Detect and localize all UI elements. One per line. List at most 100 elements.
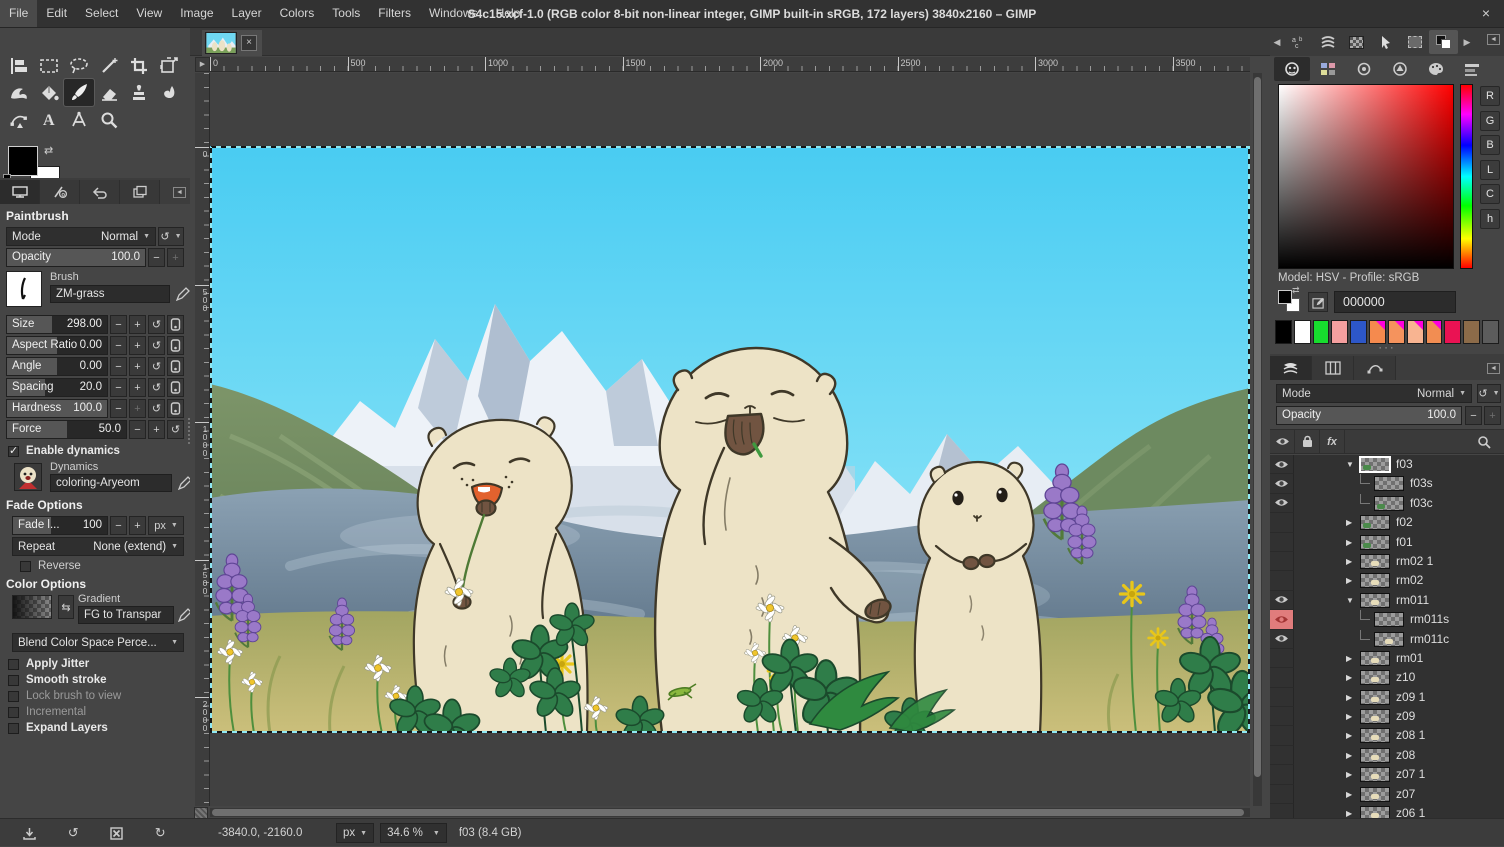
- hardness-slider[interactable]: Hardness100.0: [6, 399, 108, 418]
- layer-row-z07[interactable]: ▶z07: [1270, 785, 1504, 804]
- dynamics-thumbnail[interactable]: [14, 463, 42, 491]
- expand-layers-checkbox-row[interactable]: Expand Layers: [0, 720, 190, 736]
- increase-button[interactable]: +: [148, 420, 165, 439]
- increase-button[interactable]: +: [129, 357, 146, 376]
- decrease-button[interactable]: −: [110, 399, 127, 418]
- layer-row-rm02[interactable]: ▶rm02: [1270, 571, 1504, 590]
- increase-button[interactable]: +: [129, 315, 146, 334]
- tab-brushes[interactable]: [1313, 30, 1342, 54]
- decrease-button[interactable]: −: [110, 315, 127, 334]
- visibility-toggle[interactable]: [1270, 571, 1294, 590]
- layer-name[interactable]: z09 1: [1396, 690, 1425, 704]
- decrease-button[interactable]: −: [110, 336, 127, 355]
- layer-row-z08[interactable]: ▶z08: [1270, 746, 1504, 765]
- layer-thumbnail[interactable]: [1360, 748, 1390, 763]
- visibility-toggle[interactable]: [1270, 610, 1294, 629]
- vertical-scrollbar[interactable]: [1253, 73, 1262, 806]
- smudge-tool[interactable]: [154, 79, 184, 106]
- visibility-toggle[interactable]: [1270, 688, 1294, 707]
- reverse-checkbox[interactable]: [20, 561, 31, 572]
- clone-tool[interactable]: [124, 79, 154, 106]
- decrease-button[interactable]: −: [129, 420, 146, 439]
- paths-tool[interactable]: [4, 106, 34, 133]
- horizontal-scrollbar-thumb[interactable]: [212, 809, 1244, 816]
- expand-toggle-icon[interactable]: ▶: [1346, 654, 1352, 663]
- aspect-ratio-slider[interactable]: Aspect Ratio0.00: [6, 336, 108, 355]
- layer-thumbnail[interactable]: [1360, 806, 1390, 818]
- layer-thumbnail[interactable]: [1360, 554, 1390, 569]
- layer-thumbnail[interactable]: [1360, 651, 1390, 666]
- expand-toggle-icon[interactable]: ▶: [1346, 770, 1352, 779]
- enable-dynamics-checkbox[interactable]: [8, 446, 19, 457]
- visibility-toggle[interactable]: [1270, 455, 1294, 474]
- visibility-toggle[interactable]: [1270, 533, 1294, 552]
- tab-scales[interactable]: [1454, 57, 1490, 81]
- menu-view[interactable]: View: [127, 0, 171, 27]
- layer-name[interactable]: f03s: [1410, 476, 1433, 490]
- crop-tool[interactable]: [124, 52, 154, 79]
- decrease-button[interactable]: −: [110, 357, 127, 376]
- visibility-toggle[interactable]: [1270, 513, 1294, 532]
- layer-thumbnail[interactable]: [1360, 515, 1390, 530]
- layer-name[interactable]: rm011c: [1410, 632, 1449, 646]
- close-image-icon[interactable]: ×: [241, 35, 257, 51]
- fade-increase-button[interactable]: +: [129, 516, 146, 535]
- visibility-toggle[interactable]: [1270, 552, 1294, 571]
- unit-select[interactable]: px▼: [336, 823, 374, 843]
- layer-thumbnail[interactable]: [1360, 670, 1390, 685]
- brush-name-field[interactable]: ZM-grass: [50, 285, 170, 303]
- layer-opacity-increase-button[interactable]: +: [1484, 406, 1501, 425]
- effects-column-icon[interactable]: fx: [1320, 430, 1345, 453]
- tab-pointer[interactable]: [1371, 30, 1400, 54]
- layer-name[interactable]: f03c: [1410, 496, 1433, 510]
- visibility-toggle[interactable]: [1270, 746, 1294, 765]
- decrease-button[interactable]: −: [110, 378, 127, 397]
- layer-row-rm011[interactable]: ▼rm011: [1270, 591, 1504, 610]
- layer-row-z06-1[interactable]: ▶z06 1: [1270, 804, 1504, 818]
- color-swatch[interactable]: [1463, 320, 1480, 344]
- checkbox[interactable]: [8, 723, 19, 734]
- layer-row-f03[interactable]: ▼f03: [1270, 455, 1504, 474]
- vertical-scrollbar-thumb[interactable]: [1254, 77, 1261, 777]
- layer-row-z08-1[interactable]: ▶z08 1: [1270, 726, 1504, 745]
- visibility-toggle[interactable]: [1270, 474, 1294, 493]
- vertical-ruler[interactable]: 0500100015002000: [195, 73, 210, 806]
- channel-button-B[interactable]: B: [1480, 135, 1500, 155]
- eraser-tool[interactable]: [94, 79, 124, 106]
- saturation-value-square[interactable]: [1278, 84, 1454, 269]
- visibility-toggle[interactable]: [1270, 785, 1294, 804]
- layer-name[interactable]: rm02 1: [1396, 554, 1433, 568]
- rectangle-select-tool[interactable]: [34, 52, 64, 79]
- tab-fg-bg-color[interactable]: [1429, 30, 1458, 54]
- channel-button-h[interactable]: h: [1480, 209, 1500, 229]
- spacing-slider[interactable]: Spacing20.0: [6, 378, 108, 397]
- layer-row-rm011s[interactable]: rm011s: [1270, 610, 1504, 629]
- layer-thumbnail[interactable]: [1374, 476, 1404, 491]
- menu-file[interactable]: File: [0, 0, 37, 27]
- expand-toggle-icon[interactable]: ▶: [1346, 731, 1352, 740]
- visibility-toggle[interactable]: [1270, 668, 1294, 687]
- layer-row-z07-1[interactable]: ▶z07 1: [1270, 765, 1504, 784]
- color-swatch[interactable]: [1426, 320, 1443, 344]
- save-tool-preset-icon[interactable]: [18, 823, 42, 843]
- visibility-toggle[interactable]: [1270, 649, 1294, 668]
- tab-layers[interactable]: [1270, 356, 1312, 380]
- layer-row-rm011c[interactable]: rm011c: [1270, 630, 1504, 649]
- layer-row-f03s[interactable]: f03s: [1270, 474, 1504, 493]
- layer-row-f01[interactable]: ▶f01: [1270, 533, 1504, 552]
- reset-tool-options-icon[interactable]: ↻: [148, 823, 172, 843]
- layer-name[interactable]: z09: [1396, 709, 1415, 723]
- expand-toggle-icon[interactable]: ▶: [1346, 673, 1352, 682]
- tab-paths[interactable]: [1354, 356, 1396, 380]
- layer-opacity-slider[interactable]: Opacity 100.0: [1276, 406, 1462, 425]
- layer-thumbnail[interactable]: [1360, 787, 1390, 802]
- delete-tool-preset-icon[interactable]: [105, 823, 129, 843]
- opacity-decrease-button[interactable]: −: [148, 248, 165, 267]
- swatch-expander[interactable]: ···: [1270, 344, 1504, 352]
- free-select-tool[interactable]: [64, 52, 94, 79]
- color-swatch[interactable]: [1350, 320, 1367, 344]
- expand-toggle-icon[interactable]: ▶: [1346, 518, 1352, 527]
- layer-name[interactable]: z10: [1396, 670, 1415, 684]
- gradient-name-field[interactable]: FG to Transpar: [78, 606, 174, 624]
- tablet-link-icon[interactable]: [167, 357, 184, 376]
